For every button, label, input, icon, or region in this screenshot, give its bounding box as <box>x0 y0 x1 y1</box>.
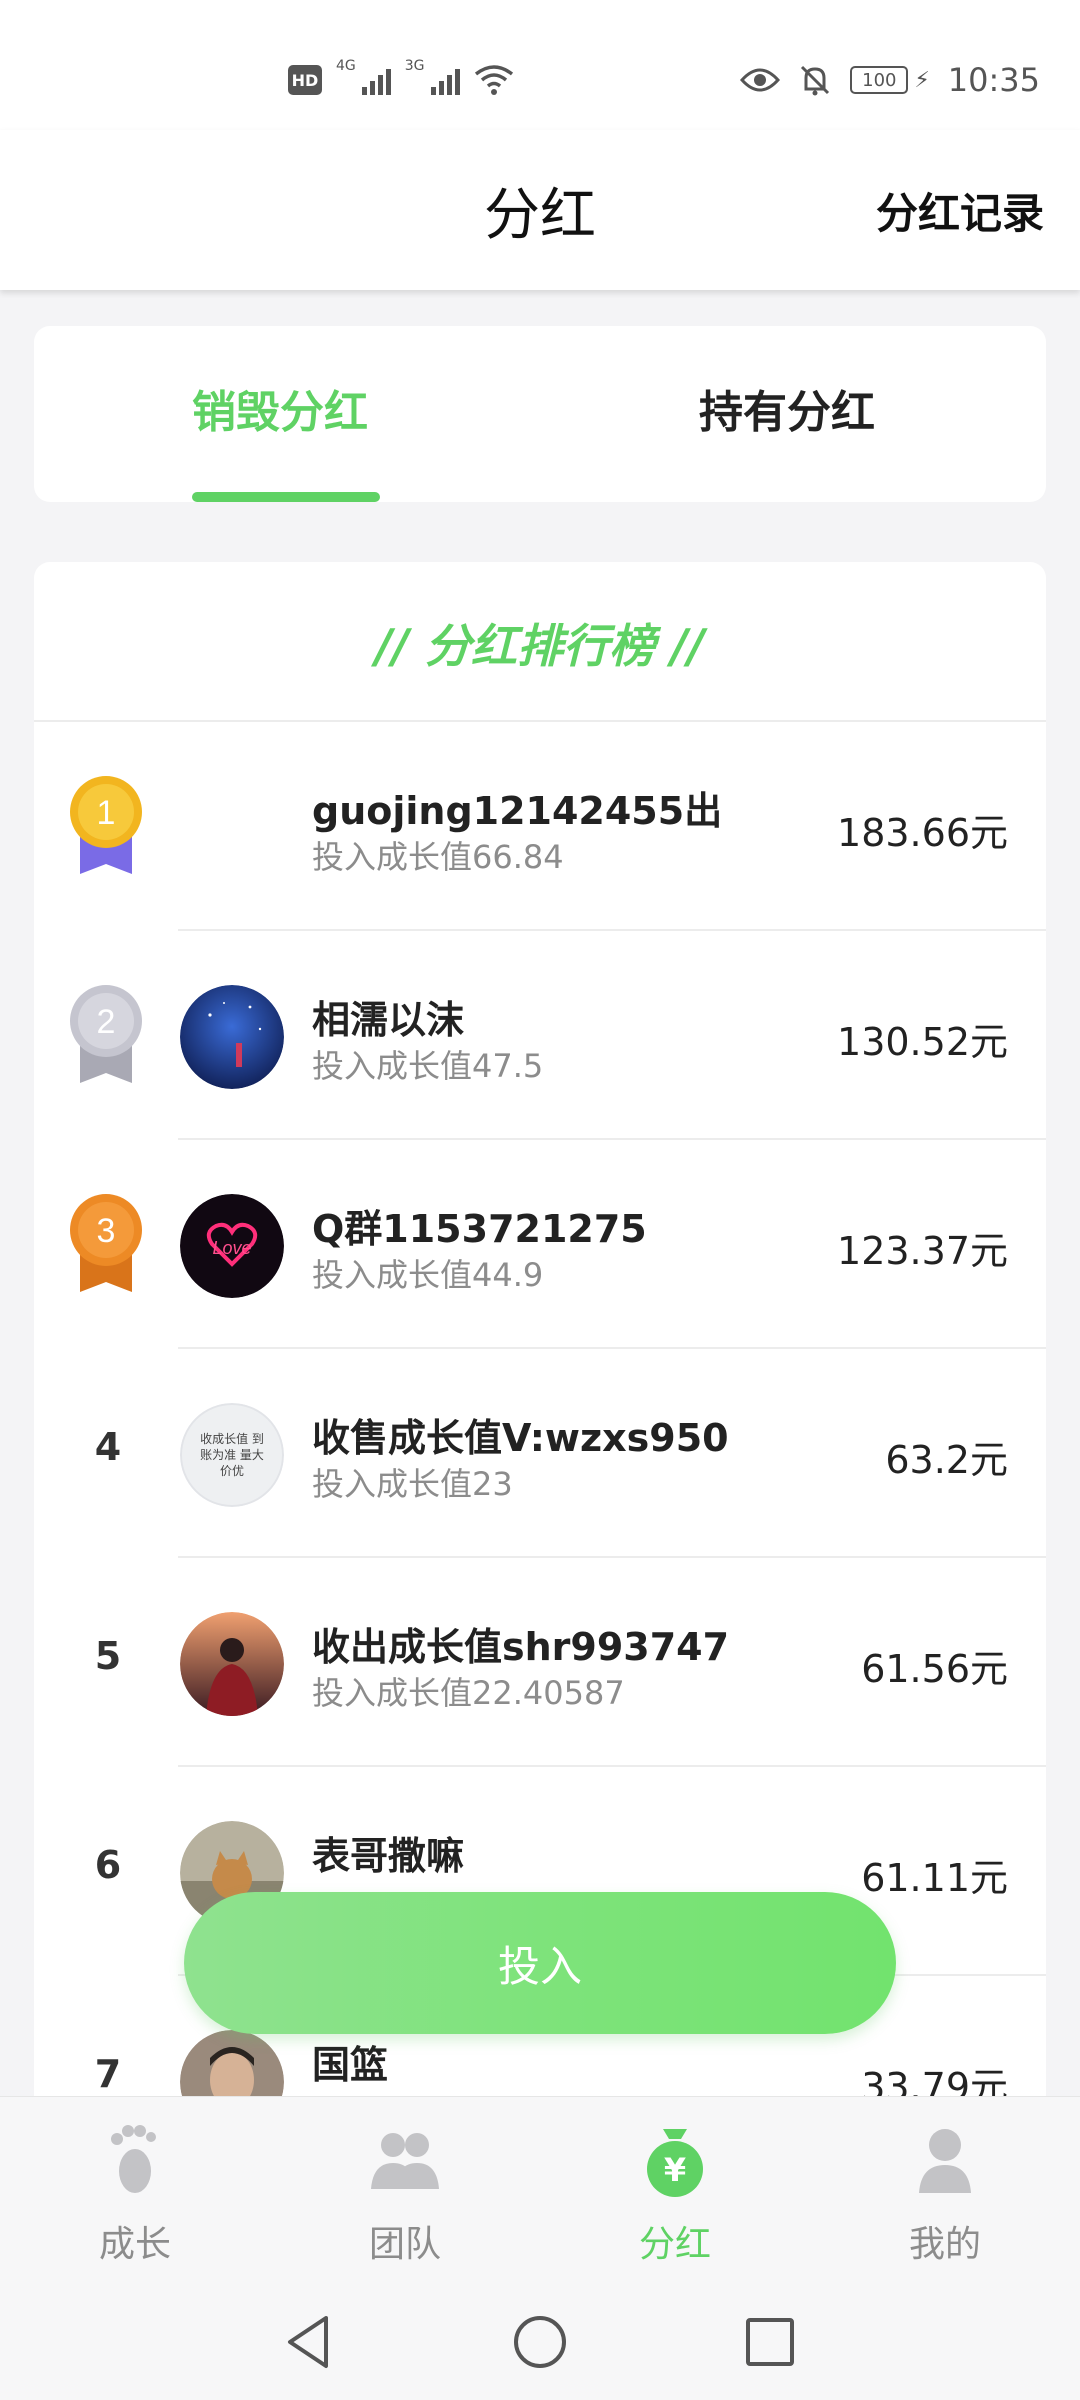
list-item[interactable]: 5 收出成长值shr993747 投入成长值22.40587 61.56元 <box>34 1558 1046 1767</box>
bottom-nav: 成长 团队 ¥ 分红 我的 <box>0 2096 1080 2282</box>
night-sky-icon[interactable] <box>180 985 284 1089</box>
rank-number: 5 <box>94 1634 122 1678</box>
rank-number: 4 <box>94 1425 122 1469</box>
home-icon[interactable] <box>510 2312 570 2372</box>
rank-number: 6 <box>94 1843 122 1887</box>
silver-medal-icon: 2 <box>70 985 142 1083</box>
nav-item-mine[interactable]: 我的 <box>810 2097 1080 2283</box>
tab-burn-dividend[interactable]: 销毁分红 <box>192 376 368 440</box>
user-name: 收出成长值shr993747 <box>312 1625 730 1669</box>
signal-3g-icon <box>430 65 460 95</box>
user-name: 国篮 <box>312 2043 389 2087</box>
svg-text:2: 2 <box>97 1003 116 1041</box>
signal-4g-icon <box>361 65 391 95</box>
neon-heart-icon[interactable]: Love <box>180 1194 284 1298</box>
user-name: 收售成长值V:wzxs950 <box>312 1416 729 1460</box>
dividend-amount: 123.37元 <box>837 1229 1008 1273</box>
dividend-amount: 63.2元 <box>885 1438 1008 1482</box>
invest-button[interactable]: 投入 <box>184 1892 896 2034</box>
header: 分红 分红记录 <box>0 130 1080 290</box>
network-3g-label: 3G <box>404 58 425 74</box>
tabs-card: 销毁分红 持有分红 <box>34 326 1046 502</box>
system-nav-bar <box>0 2282 1080 2400</box>
network-4g-label: 4G <box>336 58 356 74</box>
invested-growth: 投入成长值23 <box>312 1465 513 1503</box>
nav-item-dividend[interactable]: ¥ 分红 <box>540 2097 810 2283</box>
dividend-amount: 183.66元 <box>837 811 1008 855</box>
user-name: guojing12142455出 <box>312 789 723 833</box>
ranking-heading: // 分红排行榜 // <box>375 619 705 673</box>
list-item[interactable]: 3 Love Q群1153721275 投入成长值44.9 123.37元 <box>34 1140 1046 1349</box>
invested-growth: 投入成长值22.40587 <box>312 1674 625 1712</box>
status-right: 100 ⚡ 10:35 <box>740 58 1040 102</box>
status-bar: HD 4G 3G 100 ⚡ 10:35 <box>0 0 1080 130</box>
tab-hold-dividend[interactable]: 持有分红 <box>699 376 875 440</box>
svg-text:3: 3 <box>97 1212 116 1250</box>
user-name: Q群1153721275 <box>312 1207 647 1251</box>
invested-growth: 投入成长值44.9 <box>312 1256 544 1294</box>
avatar[interactable]: 收成长值 到账为准 量大价优 <box>180 1403 284 1507</box>
svg-text:¥: ¥ <box>664 2151 686 2189</box>
user-name: 相濡以沫 <box>312 998 465 1042</box>
hd-badge: HD <box>288 65 322 95</box>
list-item[interactable]: 4 收成长值 到账为准 量大价优 收售成长值V:wzxs950 投入成长值23 … <box>34 1349 1046 1558</box>
nav-item-growth[interactable]: 成长 <box>0 2097 270 2283</box>
profile-icon <box>919 2129 971 2193</box>
nav-label: 分红 <box>638 2224 711 2265</box>
dividend-amount: 61.11元 <box>861 1856 1008 1900</box>
bronze-medal-icon: 3 <box>70 1194 142 1292</box>
invested-growth: 投入成长值66.84 <box>312 838 564 876</box>
dividend-records-link[interactable]: 分红记录 <box>876 180 1044 241</box>
rank-number: 7 <box>94 2052 122 2096</box>
svg-text:Love: Love <box>212 1238 251 1258</box>
red-figure-icon[interactable] <box>180 1612 284 1716</box>
money-bag-icon: ¥ <box>647 2129 703 2197</box>
nav-item-team[interactable]: 团队 <box>270 2097 540 2283</box>
back-icon[interactable] <box>278 2312 338 2372</box>
mute-bell-icon <box>801 65 830 96</box>
ranking-card: // 分红排行榜 // 1 guojing12142455出 投入成长值66.8… <box>34 562 1046 2122</box>
team-icon <box>371 2133 439 2189</box>
dividend-amount: 61.56元 <box>861 1647 1008 1691</box>
dividend-amount: 130.52元 <box>837 1020 1008 1064</box>
active-tab-indicator <box>192 492 380 502</box>
list-item[interactable]: 1 guojing12142455出 投入成长值66.84 183.66元 <box>34 722 1046 931</box>
list-item[interactable]: 2 相濡以沫 投入成长值47.5 130.52元 <box>34 931 1046 1140</box>
clock: 10:35 <box>947 61 1040 99</box>
nav-label: 成长 <box>98 2224 171 2265</box>
eye-icon <box>740 68 781 92</box>
nav-label: 团队 <box>368 2224 441 2265</box>
status-left: HD 4G 3G <box>288 58 514 102</box>
wifi-icon <box>474 65 513 95</box>
invested-growth: 投入成长值47.5 <box>312 1047 544 1085</box>
gold-medal-icon: 1 <box>70 776 142 874</box>
user-name: 表哥撒嘛 <box>312 1834 465 1878</box>
avatar-text: 收成长值 到账为准 量大价优 <box>180 1403 284 1507</box>
footprint-icon <box>111 2125 156 2193</box>
charging-icon: ⚡ <box>914 67 930 93</box>
nav-label: 我的 <box>908 2224 981 2265</box>
battery-indicator: 100 <box>850 66 909 94</box>
recents-icon[interactable] <box>740 2312 800 2372</box>
svg-text:1: 1 <box>97 794 116 832</box>
